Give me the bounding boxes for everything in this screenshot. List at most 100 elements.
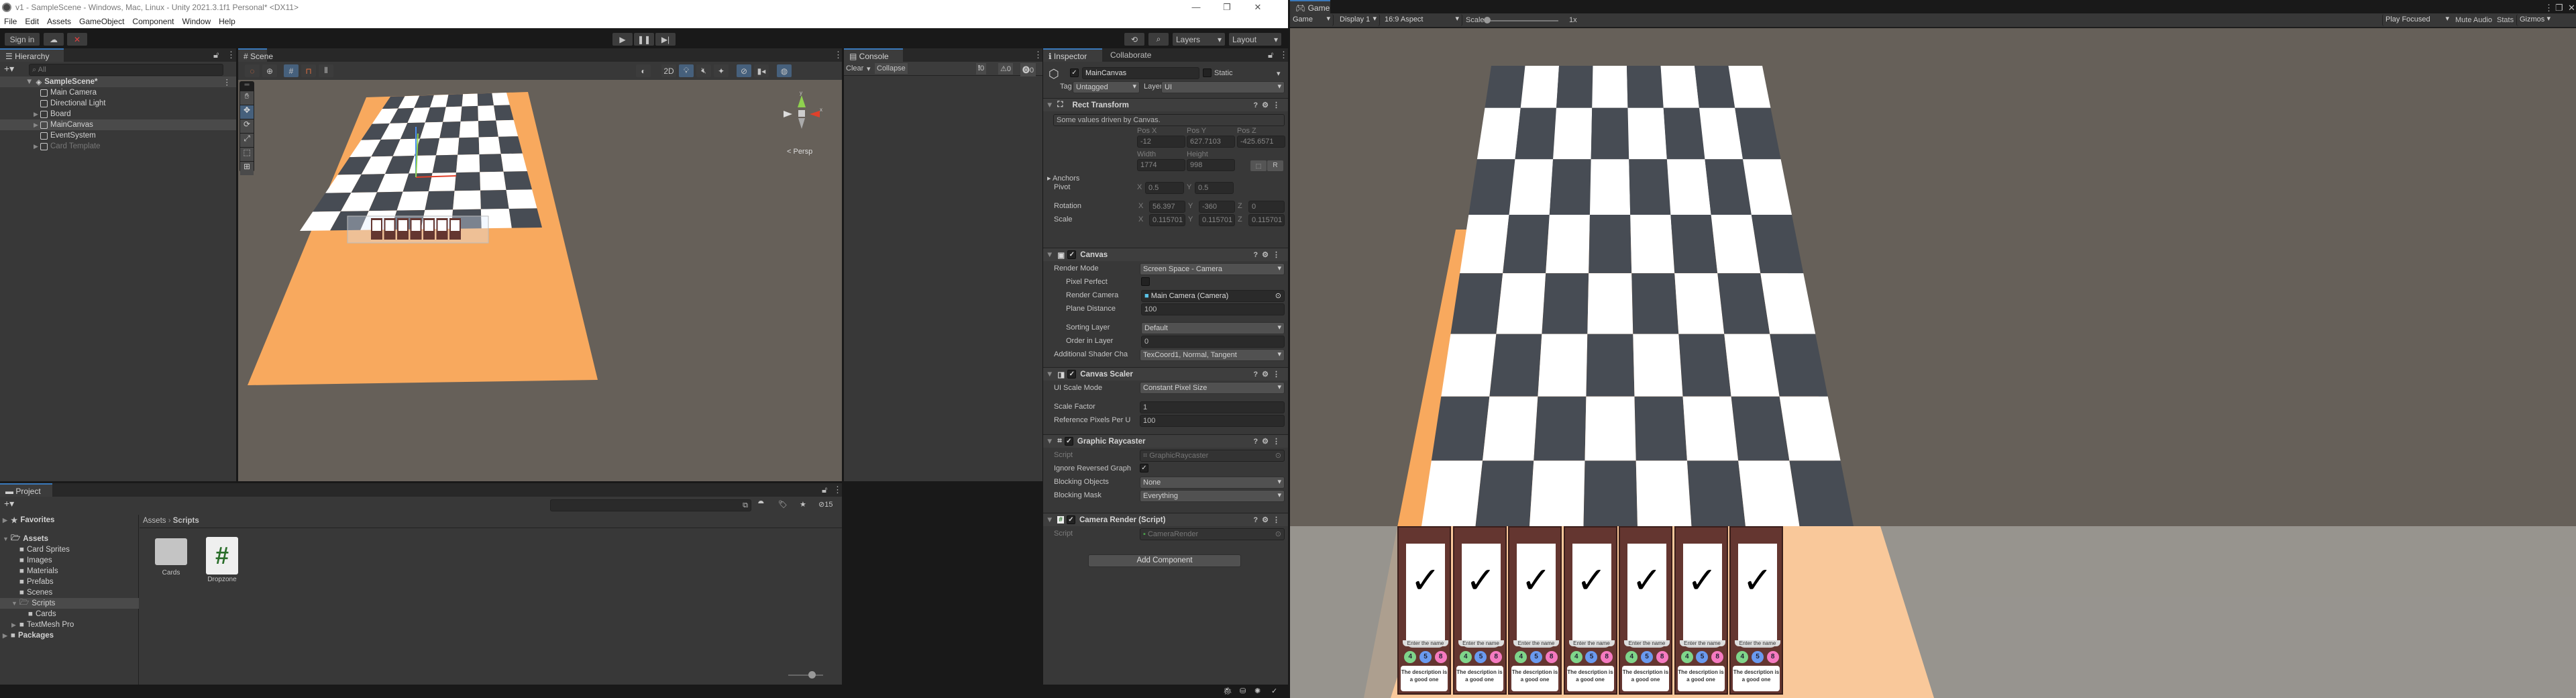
grid-settings-button[interactable]: ⫴ <box>319 64 333 77</box>
grid-snap-button[interactable]: # <box>284 64 299 77</box>
scale-factor-field[interactable]: 1 <box>1140 401 1285 413</box>
panel-menu-icon[interactable]: ⋮ <box>833 485 842 495</box>
hierarchy-item[interactable]: Directional Light <box>0 98 236 109</box>
pixel-perfect-checkbox[interactable] <box>1141 277 1150 286</box>
menu-window[interactable]: Window <box>178 17 215 26</box>
canvas-scaler-header[interactable]: ▼ ◨ ✓ Canvas Scaler ?⚙⋮ <box>1043 367 1288 381</box>
project-tree-item[interactable]: ■ Prefabs <box>0 577 139 587</box>
panel-menu-icon[interactable]: ⋮ <box>227 50 235 60</box>
scene-menu-icon[interactable]: ⋮ <box>223 77 231 87</box>
card[interactable]: ✓ Enter the name 4 5 8 The description is a g… <box>1563 526 1617 695</box>
project-search-input[interactable]: ⧉ <box>550 499 751 511</box>
camera-settings-button[interactable]: ▮◂ <box>754 64 769 77</box>
sign-in-button[interactable]: Sign in <box>5 33 40 46</box>
ui-scale-mode-dropdown[interactable]: Constant Pixel Size <box>1140 382 1285 394</box>
pause-button[interactable]: ❚❚ <box>634 33 654 46</box>
blueprint-mode-button[interactable]: ⬚ <box>1250 160 1267 171</box>
order-field[interactable]: 0 <box>1141 336 1285 348</box>
width-field[interactable]: 1774 <box>1137 159 1185 171</box>
component-actions[interactable]: ?⚙⋮ <box>1253 101 1284 109</box>
pos-x-field[interactable]: -12 <box>1137 136 1185 148</box>
scene-board-view[interactable] <box>238 80 842 481</box>
tag-dropdown[interactable]: Untagged <box>1073 81 1140 93</box>
icon-size-slider[interactable] <box>788 675 823 676</box>
warning-filter-button[interactable]: ⚠0 <box>998 63 1013 74</box>
increment-snap-button[interactable]: ⊓ <box>301 64 316 77</box>
object-name-input[interactable]: MainCanvas <box>1082 67 1199 79</box>
create-asset-button[interactable]: +▾ <box>4 498 14 509</box>
expand-arrow[interactable]: ▶ <box>11 621 19 629</box>
project-tree-item[interactable]: ▼ 🗁︎ Assets <box>0 534 139 544</box>
hierarchy-item[interactable]: EventSystem <box>0 130 236 141</box>
hierarchy-search-input[interactable]: ⌕ All <box>29 64 223 76</box>
error-filter-button[interactable]: ⓿0 <box>1020 63 1036 77</box>
hierarchy-item[interactable]: ▶ Board <box>0 109 236 119</box>
card[interactable]: ✓ Enter the name 4 5 8 The description is a g… <box>1508 526 1562 695</box>
asset-folder-cards[interactable]: Cards <box>154 538 188 577</box>
component-actions[interactable]: ?⚙⋮ <box>1253 370 1284 379</box>
static-dropdown[interactable]: ▾ <box>1277 69 1281 78</box>
plane-distance-field[interactable]: 100 <box>1141 303 1285 315</box>
debug-icon[interactable]: 🐞︎ <box>1223 687 1232 695</box>
game-viewport[interactable]: ✓ Enter the name 4 5 8 The description is a g… <box>1290 28 2576 698</box>
project-tree-item[interactable]: ▼ 🗁︎ Scripts <box>0 598 139 609</box>
audio-toggle[interactable]: 🔇︎ <box>696 64 711 77</box>
canvas-scaler-enabled-checkbox[interactable]: ✓ <box>1067 370 1077 379</box>
lighting-toggle[interactable]: 💡︎ <box>679 64 694 77</box>
layer-dropdown[interactable]: UI <box>1161 81 1285 93</box>
card[interactable]: ✓ Enter the name 4 5 8 The description is a g… <box>1674 526 1728 695</box>
tab-project[interactable]: ▬ Project <box>0 483 52 497</box>
anchors-foldout[interactable]: ▸ Anchors <box>1047 174 1079 183</box>
progress-icon[interactable]: ✺ <box>1254 687 1260 695</box>
project-tree-item[interactable]: ▶ ■ TextMesh Pro <box>0 619 139 630</box>
effects-toggle[interactable]: ✦ <box>714 64 729 77</box>
minimize-button[interactable]: — <box>1181 0 1212 14</box>
aspect-dropdown[interactable]: 16:9 Aspect <box>1382 14 1462 26</box>
breadcrumb-assets[interactable]: Assets <box>143 517 166 525</box>
clear-options-dropdown[interactable]: ▾ <box>867 64 871 73</box>
hierarchy-item[interactable]: ▶ Card Template <box>0 141 236 152</box>
hidden-objects-toggle[interactable]: ⊘ <box>737 64 751 77</box>
pivot-y-field[interactable]: 0.5 <box>1195 182 1234 194</box>
filter-label-button[interactable]: 🏷︎ <box>778 500 788 509</box>
pivot-x-field[interactable]: 0.5 <box>1145 182 1184 194</box>
menu-assets[interactable]: Assets <box>43 17 75 26</box>
icon-size-slider-thumb[interactable] <box>808 671 816 679</box>
collapse-button[interactable]: Collapse <box>875 63 908 74</box>
draw-mode-button[interactable]: ◌ <box>245 64 260 77</box>
expand-arrow[interactable]: ▼ <box>3 536 11 542</box>
hierarchy-item[interactable]: Main Camera <box>0 87 236 98</box>
scale-slider[interactable] <box>1485 20 1558 21</box>
expand-arrow[interactable]: ▶ <box>34 143 40 150</box>
create-add-button[interactable]: +▾ <box>4 63 14 74</box>
camera-render-enabled-checkbox[interactable]: ✓ <box>1066 515 1075 524</box>
close-button[interactable]: ✕ <box>1242 0 1273 14</box>
blocking-mask-dropdown[interactable]: Everything <box>1140 490 1285 502</box>
asset-script-dropzone[interactable]: # Dropzone <box>205 537 239 583</box>
search-button[interactable]: ⌕ <box>1148 33 1169 46</box>
lock-icon[interactable]: 🔓︎ <box>1268 50 1273 60</box>
pos-y-field[interactable]: 627.7103 <box>1187 136 1235 148</box>
rect-transform-header[interactable]: ▼ ⛶ Rect Transform ?⚙⋮ <box>1043 98 1288 111</box>
component-actions[interactable]: ?⚙⋮ <box>1253 250 1284 259</box>
tab-inspector[interactable]: ℹ Inspector <box>1043 48 1102 62</box>
scale-y-field[interactable]: 0.115701 <box>1199 214 1235 226</box>
status-ok-icon[interactable]: ✓ <box>1271 687 1277 695</box>
restore-button[interactable]: ❐ <box>1212 0 1242 14</box>
component-actions[interactable]: ?⚙⋮ <box>1253 515 1284 524</box>
height-field[interactable]: 998 <box>1187 159 1235 171</box>
expand-arrow[interactable]: ▶ <box>34 121 40 129</box>
camera-render-header[interactable]: ▼ # ✓ Camera Render (Script) ?⚙⋮ <box>1043 513 1288 526</box>
global-local-button[interactable]: ⊕ <box>262 64 277 77</box>
expand-arrow[interactable]: ▶ <box>3 632 11 640</box>
display-dropdown[interactable]: Display 1 <box>1337 14 1380 26</box>
render-mode-dropdown[interactable]: Screen Space - Camera <box>1140 263 1285 275</box>
breadcrumb-scripts[interactable]: Scripts <box>173 517 199 525</box>
favorites-button[interactable]: ★ <box>800 500 806 509</box>
step-button[interactable]: ▶| <box>655 33 676 46</box>
hidden-packages-button[interactable]: ⊘15 <box>818 500 833 509</box>
card[interactable]: ✓ Enter the name 4 5 8 The description is a g… <box>1619 526 1672 695</box>
draw-mode-dropdown[interactable]: ◐ <box>636 64 651 77</box>
mute-audio-button[interactable]: Mute Audio <box>2455 16 2492 24</box>
sorting-layer-dropdown[interactable]: Default <box>1141 322 1285 334</box>
